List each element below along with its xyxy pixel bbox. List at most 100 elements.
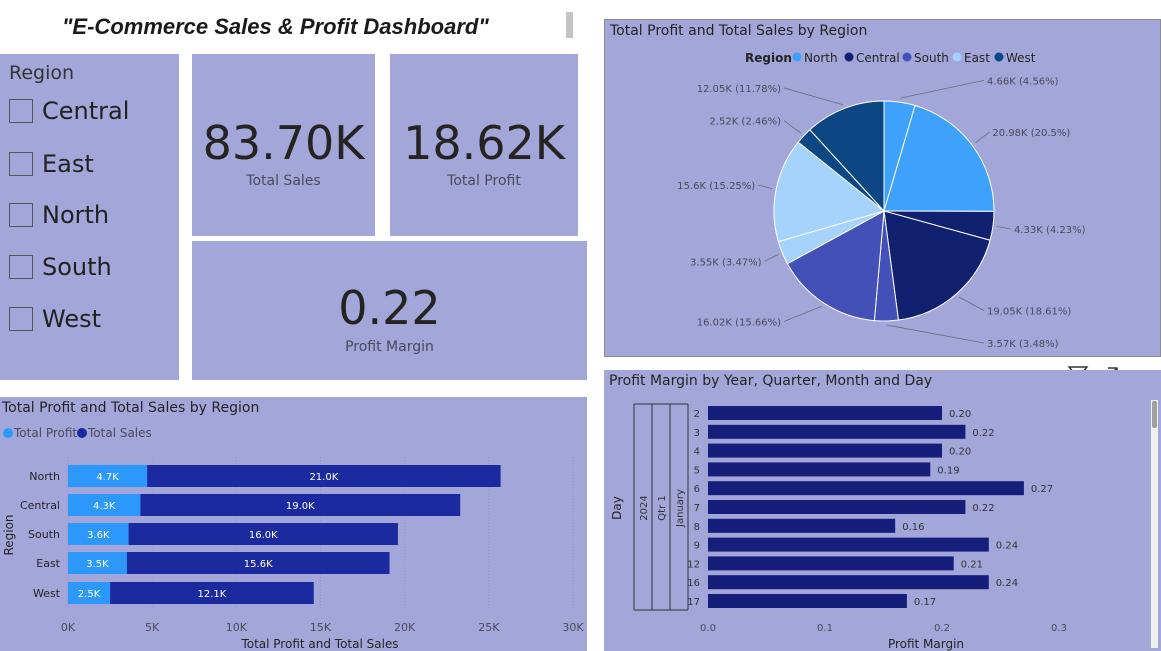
y-tick-label: East: [36, 557, 60, 570]
y-tick-label: 17: [687, 597, 700, 608]
data-label: 0.24: [996, 541, 1018, 552]
margin-bar[interactable]: [708, 481, 1024, 496]
y-axis-title: Region: [2, 514, 16, 555]
data-label: 0.20: [949, 409, 971, 420]
legend-marker: [844, 52, 854, 62]
data-label: 16.02K (15.66%): [697, 317, 781, 328]
data-label: 4.66K (4.56%): [987, 76, 1059, 87]
card-label: Profit Margin: [345, 339, 434, 355]
data-label: 15.6K: [244, 559, 273, 570]
data-label: 3.57K (3.48%): [987, 339, 1059, 350]
leader-line: [975, 131, 990, 144]
card-label: Total Sales: [246, 173, 321, 189]
slicer-item-east[interactable]: East: [9, 149, 94, 179]
y-tick-label: West: [33, 587, 61, 600]
slicer-item-central[interactable]: Central: [9, 96, 129, 126]
margin-bar[interactable]: [708, 424, 966, 439]
y-tick-label: Central: [20, 499, 60, 512]
card-label: Total Profit: [447, 173, 521, 189]
scrollbar-track[interactable]: [1151, 400, 1158, 648]
slicer-item-label: Central: [42, 97, 130, 125]
profit-sales-bar-visual[interactable]: Total Profit and Total Sales by Region T…: [0, 397, 587, 651]
hierarchy-axis: Day 2024 Qtr 1 January: [610, 403, 689, 611]
legend-label: East: [964, 51, 990, 65]
slicer-item-west[interactable]: West: [9, 304, 101, 334]
checkbox-icon[interactable]: [9, 152, 33, 176]
data-label: 2.52K (2.46%): [709, 117, 781, 128]
stacked-bar-chart: Total Profit Total Sales North 4.7K 21.0K Ce…: [2, 426, 584, 651]
legend-marker: [77, 428, 87, 438]
margin-bar[interactable]: [708, 518, 896, 533]
dashboard-title: "E-Commerce Sales & Profit Dashboard": [62, 14, 489, 39]
data-label: 0.19: [937, 465, 959, 476]
pie-chart-visual[interactable]: Total Profit and Total Sales by Region R…: [604, 19, 1161, 357]
data-label: 0.22: [972, 503, 994, 514]
hierarchy-quarter: Qtr 1: [657, 495, 668, 520]
x-tick-label: 5K: [145, 621, 160, 634]
margin-bar[interactable]: [708, 443, 942, 458]
data-label: 0.24: [996, 578, 1018, 589]
y-tick-label: 9: [694, 541, 700, 552]
margin-bar[interactable]: [708, 594, 907, 608]
data-label: 21.0K: [309, 472, 338, 483]
scrollbar-thumb[interactable]: [1152, 401, 1157, 428]
bar-rows: North 4.7K 21.0K Central 4.3K 19.0K South 3.6K 1…: [20, 465, 501, 604]
checkbox-icon[interactable]: [9, 307, 33, 331]
leader-line: [783, 120, 802, 134]
total-sales-card[interactable]: 83.70K Total Sales: [192, 54, 375, 236]
margin-bar[interactable]: [708, 406, 942, 420]
x-axis-ticks: 0.0 0.1 0.2 0.3: [700, 623, 1067, 634]
card-value: 0.22: [338, 281, 441, 335]
data-label: 0.20: [949, 447, 971, 458]
slicer-item-north[interactable]: North: [9, 200, 109, 230]
margin-bar[interactable]: [708, 500, 966, 514]
slicer-item-label: South: [42, 253, 112, 281]
checkbox-icon[interactable]: [9, 255, 33, 279]
data-label: 4.7K: [96, 472, 119, 483]
x-tick-label: 0.3: [1051, 623, 1067, 634]
leader-line: [886, 324, 985, 344]
legend-marker: [3, 428, 13, 438]
card-value: 83.70K: [202, 116, 365, 170]
checkbox-icon[interactable]: [9, 203, 33, 227]
legend-label: North: [804, 51, 838, 65]
hierarchy-year: 2024: [639, 495, 650, 520]
hierarchy-month: January: [675, 489, 686, 528]
legend-label: Central: [856, 51, 900, 65]
leader-line: [758, 184, 773, 190]
y-tick-label: 8: [694, 522, 700, 533]
total-profit-card[interactable]: 18.62K Total Profit: [390, 54, 578, 236]
margin-bar[interactable]: [708, 556, 954, 571]
legend-marker: [994, 52, 1004, 62]
title-scroll-indicator: [566, 12, 573, 38]
y-tick-label: North: [29, 470, 60, 483]
legend-label: Total Profit: [13, 426, 77, 440]
margin-bar[interactable]: [708, 537, 989, 552]
y-tick-label: 16: [687, 578, 700, 589]
pie-slices: [773, 100, 995, 322]
leader-line: [958, 296, 985, 311]
y-tick-label: 12: [687, 559, 700, 570]
slicer-item-label: North: [42, 201, 110, 229]
title-banner: "E-Commerce Sales & Profit Dashboard": [0, 0, 588, 52]
x-axis-title: Profit Margin: [888, 637, 964, 651]
y-tick-label: 2: [694, 409, 700, 420]
slicer-item-south[interactable]: South: [9, 252, 112, 282]
x-tick-label: 20K: [394, 621, 416, 634]
y-tick-label: 5: [694, 465, 700, 476]
data-label: 12.05K (11.78%): [697, 84, 781, 95]
legend-title: Region: [745, 51, 792, 65]
checkbox-icon[interactable]: [9, 99, 33, 123]
x-tick-label: 0.2: [934, 623, 950, 634]
leader-line: [900, 79, 985, 99]
margin-bar[interactable]: [708, 575, 989, 590]
data-label: 0.21: [961, 559, 983, 570]
profit-margin-bar-visual[interactable]: Profit Margin by Year, Quarter, Month an…: [604, 370, 1161, 651]
profit-margin-card[interactable]: 0.22 Profit Margin: [192, 241, 587, 380]
x-tick-label: 25K: [478, 621, 500, 634]
pie-chart: Region North Central South East West 4.66K (…: [677, 51, 1085, 350]
data-label: 19.0K: [286, 501, 315, 512]
margin-bar[interactable]: [708, 462, 931, 477]
data-label: 0.16: [902, 522, 924, 533]
legend-label: Total Sales: [87, 426, 152, 440]
